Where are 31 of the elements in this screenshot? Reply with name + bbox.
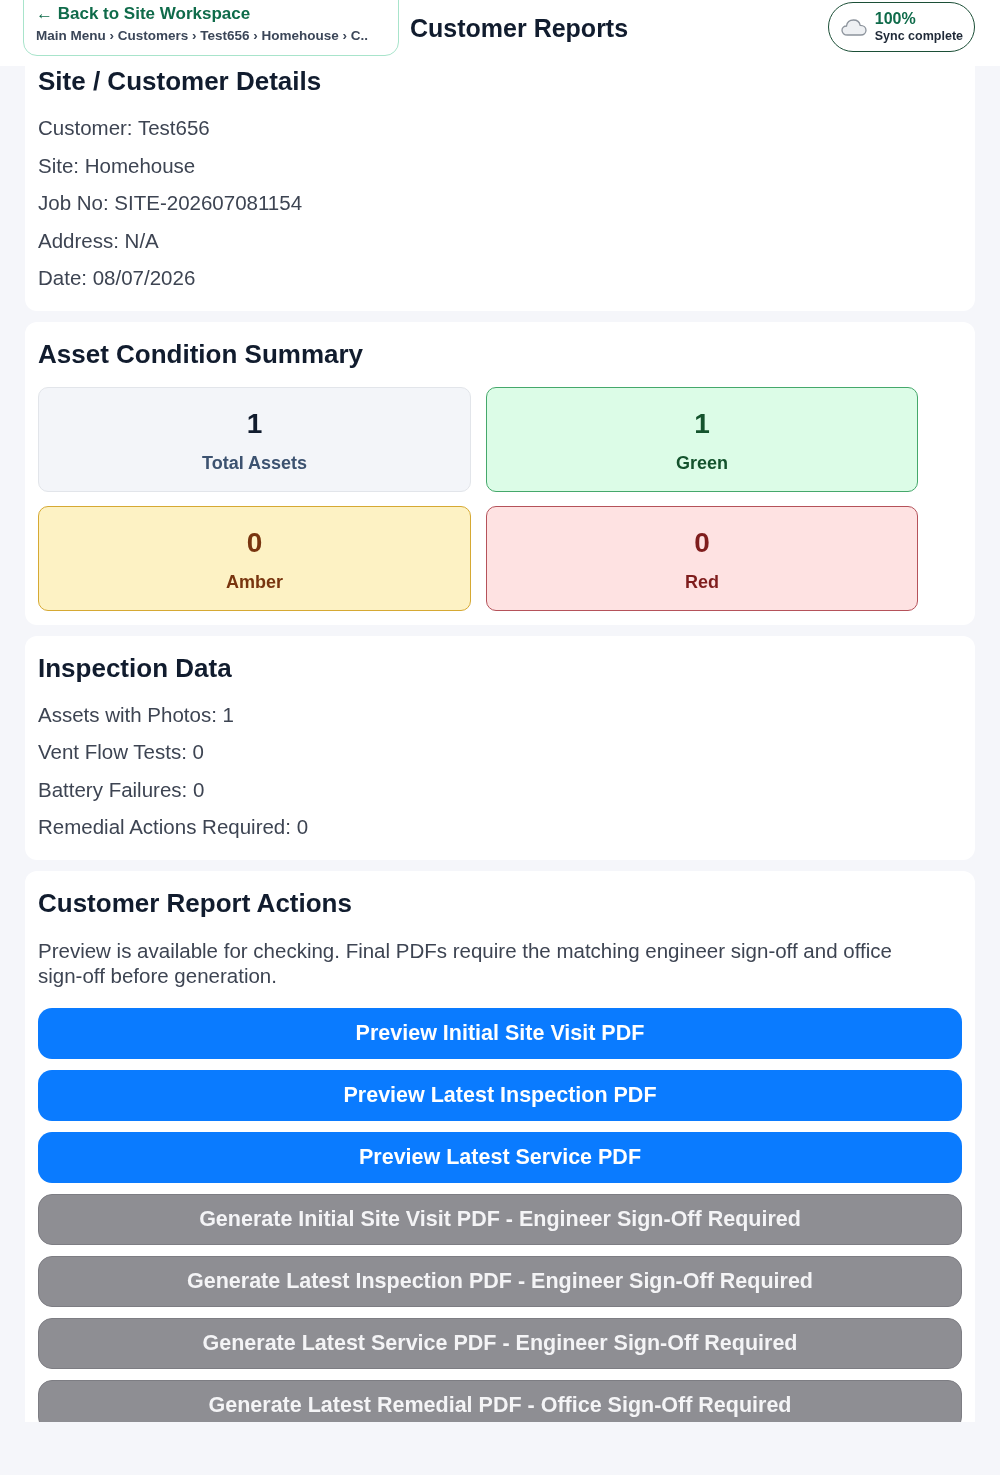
- inspection-stat-text: Remedial Actions Required: 0: [38, 814, 309, 840]
- section-title: Inspection Data: [38, 652, 232, 683]
- preview-pdf-button[interactable]: Preview Latest Inspection PDF: [38, 1069, 962, 1121]
- tile-label: Red: [685, 570, 719, 593]
- preview-pdf-button[interactable]: Preview Initial Site Visit PDF: [38, 1007, 962, 1059]
- tile-count: 0: [694, 527, 710, 558]
- detail-text: Site: Homehouse: [38, 152, 196, 179]
- detail-text: Date: 08/07/2026: [38, 265, 196, 291]
- tile-count: 1: [694, 408, 710, 439]
- preview-pdf-button[interactable]: Preview Latest Service PDF: [38, 1131, 962, 1183]
- tile-label: Amber: [226, 570, 283, 593]
- detail-text: Job No: SITE-202607081154: [38, 190, 303, 216]
- tile-label: Total Assets: [202, 451, 307, 474]
- description-text: Preview is available for checking. Final PDFs require the matching engineer sign-off and office sign-off before generation.: [38, 937, 893, 988]
- tile-count: 1: [246, 408, 263, 439]
- inspection-stat-text: Assets with Photos: 1: [38, 701, 234, 728]
- back-link[interactable]: ← Back to Site Workspace: [36, 3, 251, 25]
- sync-percent: 100%: [874, 10, 916, 28]
- tile-count: 0: [246, 527, 263, 558]
- sync-status-text: Sync complete: [874, 28, 963, 44]
- inspection-stat-text: Battery Failures: 0: [38, 776, 205, 803]
- breadcrumb[interactable]: Main Menu › Customers › Test656 › Homehouse › C..: [36, 25, 369, 47]
- section-title: Site / Customer Details: [38, 66, 322, 96]
- detail-text: Address: N/A: [38, 227, 159, 254]
- inspection-stat-text: Vent Flow Tests: 0: [38, 739, 204, 765]
- section-title: Customer Report Actions: [38, 887, 352, 918]
- tile-label: Green: [676, 451, 728, 474]
- detail-text: Customer: Test656: [38, 115, 210, 141]
- section-title: Asset Condition Summary: [38, 338, 364, 369]
- cloud-icon: [840, 18, 867, 36]
- page-title: Customer Reports: [410, 13, 629, 43]
